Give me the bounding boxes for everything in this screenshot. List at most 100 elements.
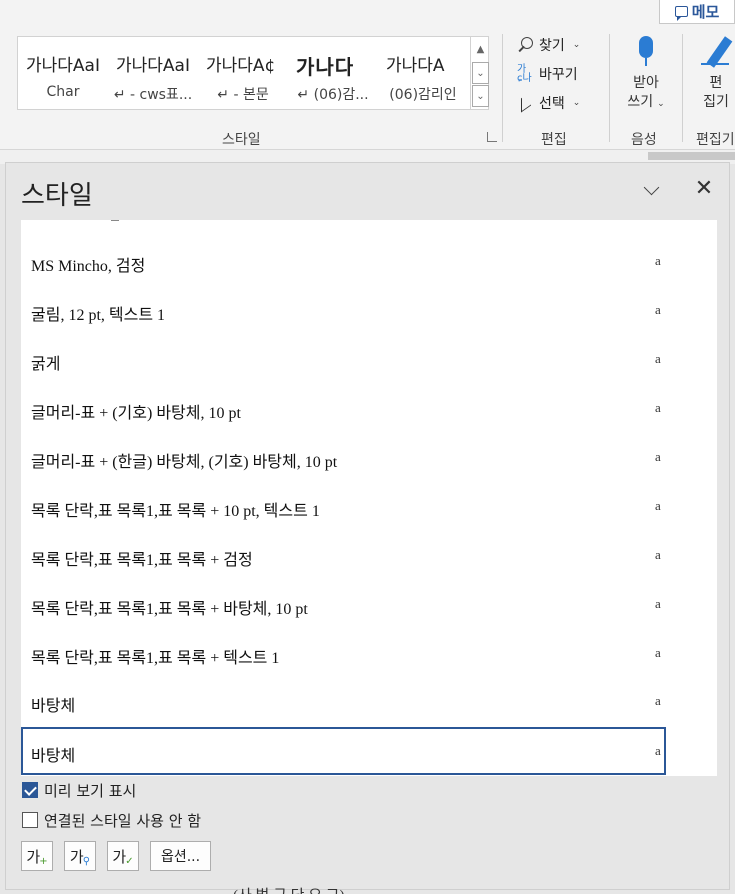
comment-icon — [674, 6, 688, 21]
show-preview-option[interactable]: 미리 보기 표시 — [22, 780, 136, 800]
group-label-editor: 편집기 — [696, 132, 735, 148]
style-list-item[interactable]: 굵게 a — [21, 335, 666, 383]
memo-label: 메모 — [691, 3, 720, 21]
show-preview-checkbox[interactable] — [22, 782, 38, 798]
gallery-up-icon[interactable]: ▲ — [472, 38, 489, 60]
replace-button[interactable]: 가 ɕ나 바꾸기 — [517, 63, 578, 85]
style-gallery-item[interactable]: 가나다AaI Char — [18, 37, 108, 109]
check-icon: ✓ — [125, 855, 134, 867]
style-item-label: 바탕체 — [31, 698, 76, 715]
style-list-item[interactable]: 목록 단락,표 목록1,표 목록 + 바탕체, 10 pt a — [21, 580, 666, 628]
divider — [609, 34, 610, 142]
editor-button[interactable]: 편 집기 — [686, 34, 735, 124]
style-list-item[interactable]: 목록 단락,표 목록1,표 목록 + 10 pt, 텍스트 1 a — [21, 482, 666, 530]
paragraph-style-icon: a — [655, 693, 661, 708]
paragraph-style-icon: a — [655, 645, 661, 660]
style-item-label: 굵게 — [31, 356, 61, 373]
style-sample: 가나다AaI — [116, 56, 190, 76]
paragraph-style-icon: a — [655, 743, 661, 758]
style-item-label: 목록 단락,표 목록1,표 목록 + 검정 — [31, 552, 253, 569]
ruler-margin — [648, 152, 735, 160]
chevron-down-icon: ⌄ — [572, 98, 581, 108]
chevron-down-icon: ⌄ — [572, 40, 581, 50]
dictate-label-2: 쓰기 ⌄ — [627, 94, 665, 110]
paragraph-style-icon: a — [655, 547, 661, 562]
style-sample: 가나다A¢ — [206, 56, 276, 76]
editor-label-2: 집기 — [703, 94, 729, 110]
plus-icon: + — [39, 855, 48, 867]
style-inspector-button[interactable]: 가 ⚲ — [64, 841, 96, 871]
dialog-launcher-icon[interactable] — [487, 132, 497, 142]
gallery-down-icon[interactable]: ⌄ — [472, 62, 489, 84]
show-preview-label: 미리 보기 표시 — [44, 781, 137, 800]
style-sample: 가나다A — [386, 56, 445, 76]
microphone-icon — [636, 36, 656, 68]
style-item-label: 목록 단락,표 목록1,표 목록 + 바탕체, 10 pt — [31, 601, 308, 618]
style-name: ↵ (06)감... — [297, 87, 369, 103]
cursor-icon — [517, 94, 535, 112]
pane-title: 스타일 — [21, 181, 93, 211]
select-button[interactable]: 선택 ⌄ — [517, 92, 580, 114]
find-button[interactable]: 찾기 ⌄ — [517, 34, 580, 56]
editor-label-1: 편 — [709, 75, 723, 91]
paragraph-style-icon: a — [655, 400, 661, 415]
paragraph-style-icon: a — [655, 449, 661, 464]
select-label: 선택 — [539, 96, 565, 112]
style-list-item[interactable]: 바탕체 a — [21, 677, 666, 725]
style-item-label: 글머리-표 + (기호) 바탕체, 10 pt — [31, 405, 241, 422]
replace-icon: 가 ɕ나 — [517, 64, 532, 84]
disable-linked-option[interactable]: 연결된 스타일 사용 안 함 — [22, 810, 201, 830]
find-label: 찾기 — [539, 38, 565, 54]
style-list-item[interactable]: 글머리-표 + (기호) 바탕체, 10 pt a — [21, 384, 666, 432]
style-gallery: 가나다AaI Char 가나다AaI ↵ - cws표... 가나다A¢ ↵ -… — [17, 36, 489, 110]
search-icon — [517, 36, 535, 54]
style-name: (06)감리인 — [389, 87, 457, 103]
styles-pane: 스타일 ✕ MS Mincho, 검정 a 굴림, 12 pt, 텍스트 1 a… — [5, 162, 730, 890]
style-item-label: 목록 단락,표 목록1,표 목록 + 10 pt, 텍스트 1 — [31, 503, 320, 520]
disable-linked-label: 연결된 스타일 사용 안 함 — [44, 811, 202, 830]
style-item-label: 바탕체 — [31, 748, 76, 765]
style-name: ↵ - cws표... — [113, 87, 193, 103]
style-gallery-item[interactable]: 가나다A (06)감리인 — [378, 37, 468, 109]
style-list-item[interactable]: 목록 단락,표 목록1,표 목록 + 텍스트 1 a — [21, 629, 666, 677]
paragraph-style-icon: a — [655, 351, 661, 366]
style-list-item-selected[interactable]: 바탕체 a — [21, 727, 666, 775]
divider — [682, 34, 683, 142]
gallery-more-icon[interactable]: ⌄ — [472, 85, 489, 107]
memo-button[interactable]: 메모 — [659, 0, 735, 24]
new-style-button[interactable]: 가 + — [21, 841, 53, 871]
magnifier-icon: ⚲ — [82, 855, 91, 867]
style-list-item[interactable]: 글머리-표 + (한글) 바탕체, (기호) 바탕체, 10 pt a — [21, 433, 666, 481]
style-gallery-item[interactable]: 가나다AaI ↵ - cws표... — [108, 37, 198, 109]
style-list-item[interactable]: 굴림, 12 pt, 텍스트 1 a — [21, 286, 666, 334]
new-style-icon: 가 — [26, 847, 41, 866]
style-inspector-icon: 가 — [69, 847, 84, 866]
style-name: ↵ - 본문 — [217, 87, 269, 103]
group-label-voice: 음성 — [631, 132, 657, 148]
document-text-peek: (사 법 규 단 요 그) — [233, 884, 345, 894]
style-gallery-item[interactable]: 가나다 ↵ (06)감... — [288, 37, 378, 109]
style-list-item[interactable]: 목록 단락,표 목록1,표 목록 + 검정 a — [21, 531, 666, 579]
style-item-label: 글머리-표 + (한글) 바탕체, (기호) 바탕체, 10 pt — [31, 454, 338, 471]
style-gallery-item[interactable]: 가나다A¢ ↵ - 본문 — [198, 37, 288, 109]
ribbon: 메모 가나다AaI Char 가나다AaI ↵ - cws표... 가나다A¢ … — [0, 0, 735, 150]
style-item-label: 목록 단락,표 목록1,표 목록 + 텍스트 1 — [31, 650, 280, 667]
disable-linked-checkbox[interactable] — [22, 812, 38, 828]
style-list[interactable]: MS Mincho, 검정 a 굴림, 12 pt, 텍스트 1 a 굵게 a … — [21, 220, 717, 776]
paragraph-style-icon: a — [655, 253, 661, 268]
close-icon[interactable]: ✕ — [694, 178, 714, 200]
divider — [502, 34, 503, 142]
dictate-button[interactable]: 받아 쓰기 ⌄ — [616, 34, 676, 124]
style-item-label: 굴림, 12 pt, 텍스트 1 — [31, 307, 166, 324]
style-list-item[interactable]: MS Mincho, 검정 a — [21, 237, 666, 285]
options-button[interactable]: 옵션... — [150, 841, 211, 871]
style-name: Char — [46, 84, 80, 100]
manage-styles-button[interactable]: 가 ✓ — [107, 841, 139, 871]
paragraph-style-icon: a — [655, 596, 661, 611]
pen-icon — [699, 36, 733, 68]
group-label-editing: 편집 — [541, 132, 567, 148]
paragraph-style-icon: a — [655, 302, 661, 317]
replace-label: 바꾸기 — [539, 67, 578, 83]
chevron-down-icon[interactable] — [642, 181, 662, 199]
style-item-label: MS Mincho, 검정 — [31, 258, 146, 275]
